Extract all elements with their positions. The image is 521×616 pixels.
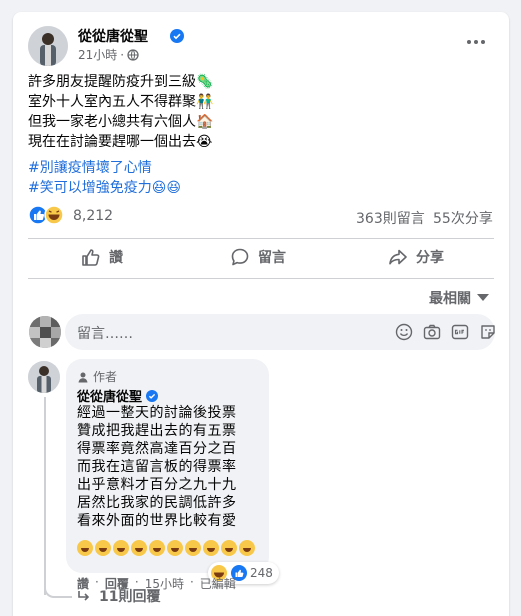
more-options-icon[interactable] — [467, 32, 491, 52]
house-emoji-icon: 🏠 — [196, 114, 214, 130]
public-globe-icon — [127, 48, 139, 61]
comment-reaction-count: 248 — [250, 566, 273, 580]
caret-down-icon — [477, 294, 489, 301]
share-button[interactable]: 分享 — [388, 244, 444, 270]
post-line: 但我一家老小總共有六個人🏠 — [28, 114, 214, 130]
laughing-emoji-icon — [113, 539, 129, 556]
camera-icon[interactable] — [423, 323, 441, 341]
author-name[interactable]: 從從唐從聖 — [78, 26, 148, 46]
author-badge-icon — [78, 372, 88, 382]
comment-text: 經過一整天的討論後投票 贊成把我趕出去的有五票 得票率竟然高達百分之百 而我在這… — [77, 404, 237, 530]
share-label: 分享 — [416, 250, 444, 266]
like-label: 讚 — [109, 250, 123, 266]
post-meta: 21小時 · — [78, 46, 139, 63]
verified-badge-icon — [170, 28, 184, 47]
comment-author-avatar[interactable] — [28, 361, 60, 393]
post-card: 從從唐從聖 21小時 · 許多朋友提醒防疫升到三級🦠 室外十人室內五人不得群聚👬… — [13, 12, 509, 616]
comment-sort-dropdown[interactable]: 最相關 — [429, 288, 489, 308]
author-avatar[interactable] — [28, 26, 68, 66]
post-time[interactable]: 21小時 — [78, 46, 117, 63]
post-line: 室外十人室內五人不得群聚👬 — [28, 94, 214, 110]
comment-edited: 已編輯 — [199, 577, 236, 591]
laughing-emoji-icon — [131, 539, 147, 556]
view-replies-link[interactable]: 11則回覆 — [77, 586, 160, 606]
hashtag: #笑可以增強免疫力😆😆 — [28, 180, 181, 196]
comment-line: 而我在這留言板的得票率 — [77, 459, 237, 475]
comment-line: 居然比我家的民調低許多 — [77, 495, 237, 511]
laughing-emoji-icon: 😆😆 — [151, 180, 181, 196]
sort-label: 最相關 — [429, 291, 471, 307]
comment-line: 贊成把我趕出去的有五票 — [77, 423, 237, 439]
comment-line: 出乎意料才百分之九十九 — [77, 477, 237, 493]
laughing-emoji-icon — [149, 539, 165, 556]
reaction-count[interactable]: 8,212 — [73, 208, 113, 224]
laughing-emoji-icon — [95, 539, 111, 556]
viewer-avatar[interactable] — [29, 316, 61, 348]
divider — [28, 238, 494, 239]
hashtag[interactable]: #別讓疫情壞了心情 — [28, 159, 213, 177]
virus-emoji-icon: 🦠 — [196, 74, 214, 90]
share-count[interactable]: 55次分享 — [433, 208, 493, 228]
crying-emoji-icon: 😭 — [196, 134, 213, 150]
meta-dot: · — [120, 47, 125, 62]
people-emoji-icon: 👬 — [196, 94, 214, 110]
verified-badge-icon — [146, 389, 159, 402]
comment-author: 從從唐從聖 — [77, 386, 159, 405]
sticker-icon[interactable] — [479, 323, 497, 341]
comment-placeholder: 留言…… — [77, 326, 133, 342]
laughing-emoji-icon — [221, 539, 237, 556]
post-line: 許多朋友提醒防疫升到三級🦠 — [28, 74, 214, 90]
share-arrow-icon — [389, 249, 407, 265]
comment-line: 得票率竟然高達百分之百 — [77, 441, 237, 457]
comment-line: 看來外面的世界比較有愛 — [77, 513, 237, 529]
laughing-emoji-icon — [167, 539, 183, 556]
author-badge-label: 作者 — [93, 370, 118, 384]
like-button[interactable]: 讚 — [81, 244, 123, 270]
gif-icon[interactable] — [451, 323, 469, 341]
comment-button[interactable]: 留言 — [230, 244, 286, 270]
comment-input[interactable]: 留言…… — [65, 314, 495, 350]
emoji-picker-icon[interactable] — [395, 323, 413, 341]
thumbs-up-icon — [82, 249, 100, 266]
comment-author-name[interactable]: 從從唐從聖 — [77, 386, 142, 405]
laughing-emoji-icon — [239, 539, 255, 556]
reply-arrow-icon — [78, 591, 90, 601]
post-line: 現在在討論要趕哪一個出去😭 — [28, 134, 213, 150]
comment-bubble: 作者 從從唐從聖 經過一整天的討論後投票 贊成把我趕出去的有五票 得票率竟然高達… — [66, 359, 269, 573]
laughing-emoji-icon — [203, 539, 219, 556]
view-replies-label: 11則回覆 — [99, 589, 161, 605]
divider — [28, 278, 494, 279]
laughing-emoji-icon — [185, 539, 201, 556]
author-badge: 作者 — [77, 368, 117, 385]
comment-label: 留言 — [258, 250, 286, 266]
comment-count[interactable]: 363則留言 — [356, 208, 425, 228]
laughing-emoji-icon — [77, 539, 93, 556]
thread-curve — [44, 572, 72, 598]
comment-line: 經過一整天的討論後投票 — [77, 405, 237, 421]
thread-line — [44, 397, 46, 595]
comment-icon — [231, 248, 249, 266]
reaction-icons[interactable] — [28, 205, 66, 225]
emoji-row — [77, 537, 267, 556]
post-body: 許多朋友提醒防疫升到三級🦠 室外十人室內五人不得群聚👬 但我一家老小總共有六個人… — [28, 73, 213, 197]
